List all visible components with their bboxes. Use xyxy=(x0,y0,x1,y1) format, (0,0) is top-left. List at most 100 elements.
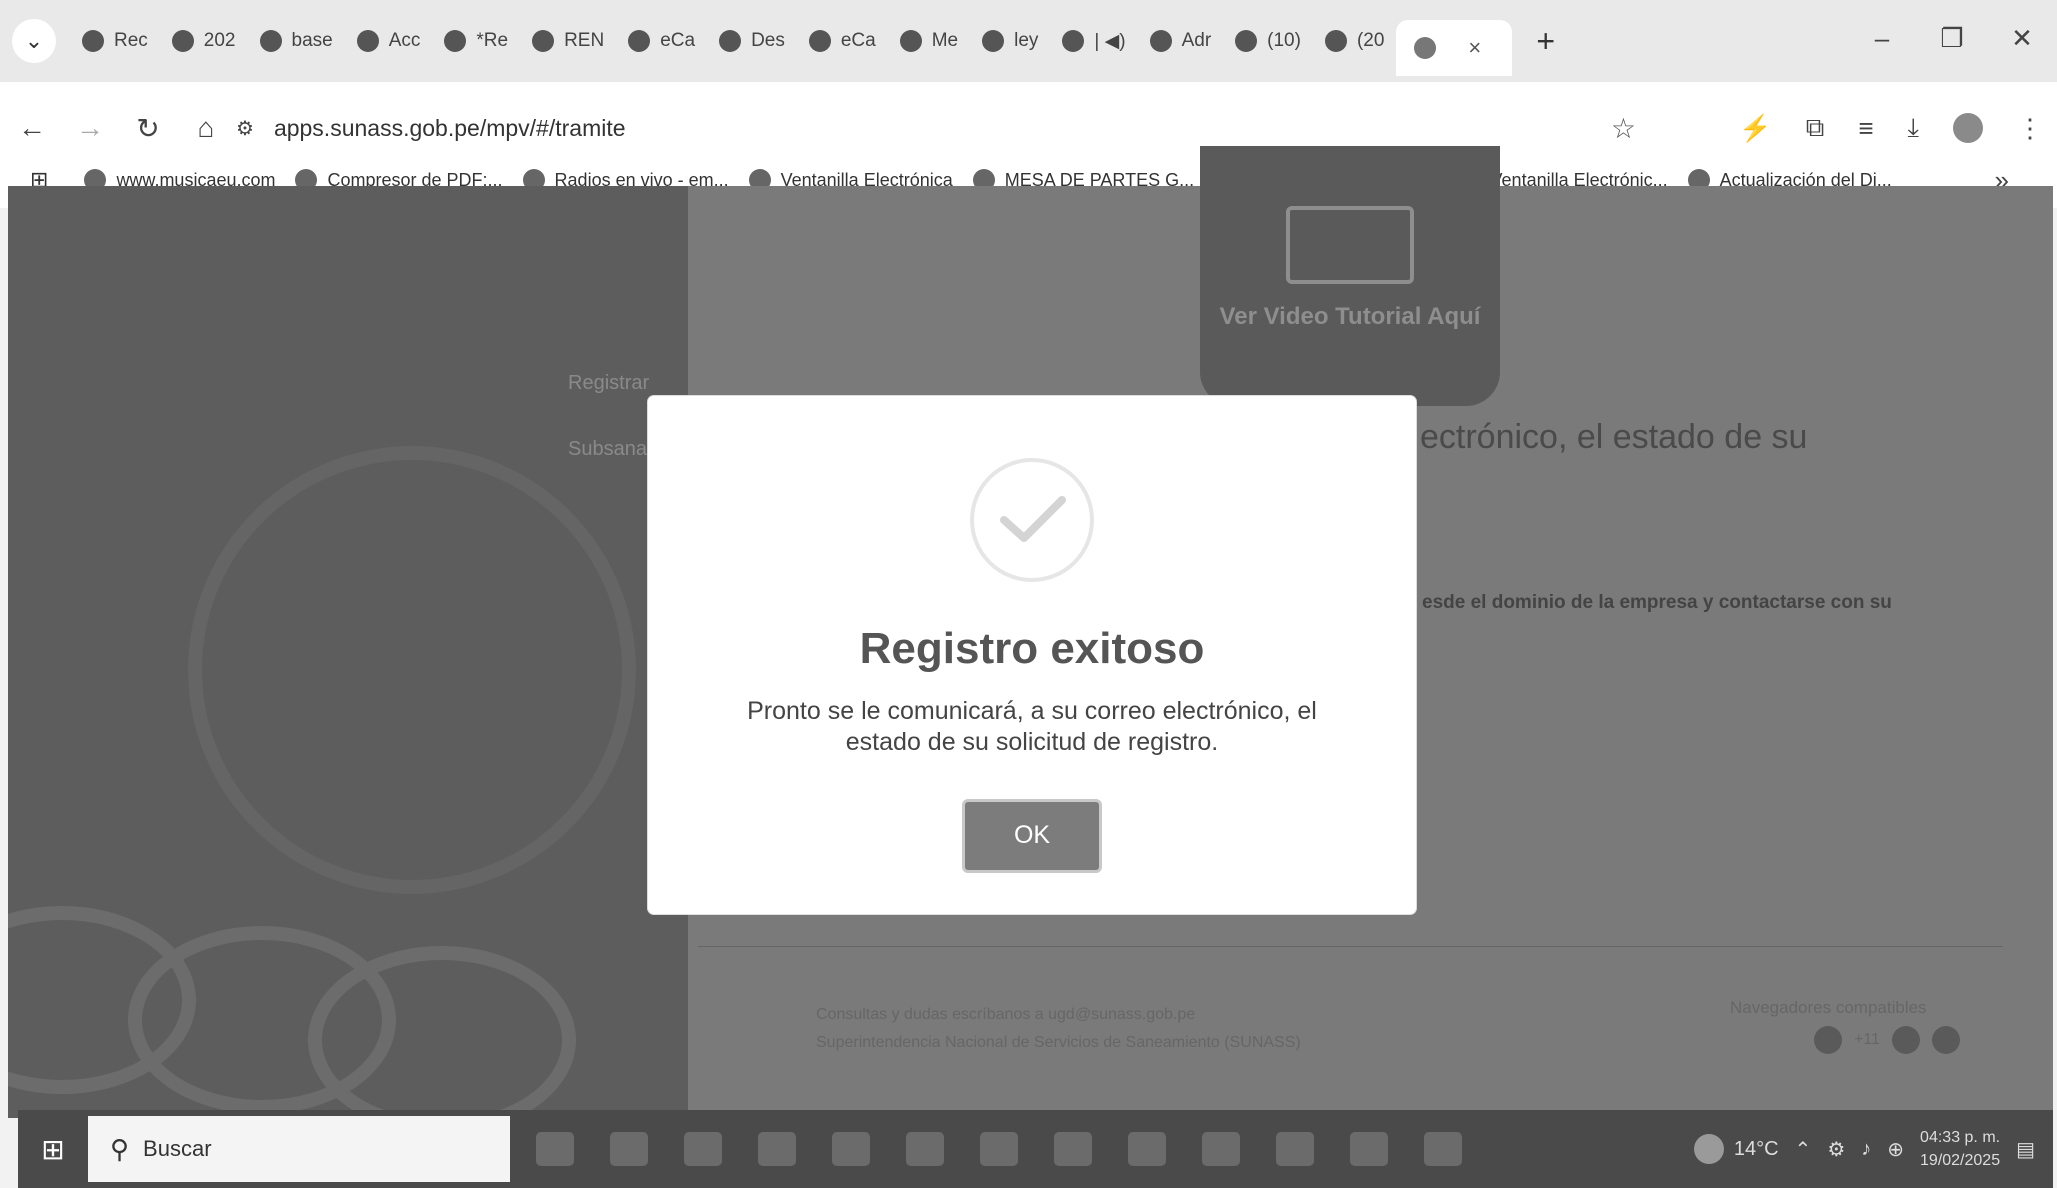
chevron-up-icon[interactable]: ⌃ xyxy=(1795,1137,1812,1162)
tab-label: (10) xyxy=(1267,30,1301,51)
window-controls: – ❐ ✕ xyxy=(1847,0,2057,76)
dialog-title: Registro exitoso xyxy=(859,624,1205,673)
tab-label: Acc xyxy=(388,30,421,51)
media-control-icon[interactable]: ≡ xyxy=(1858,113,1873,144)
excel-icon[interactable] xyxy=(610,1132,648,1166)
clock-time: 04:33 p. m. xyxy=(1920,1128,2001,1146)
menu-subsanar[interactable]: Subsanar xyxy=(568,438,654,461)
taskbar-apps xyxy=(536,1132,1462,1166)
tab-label: eCa xyxy=(660,30,696,51)
tab[interactable]: *Re xyxy=(432,18,520,64)
search-icon: ⚲ xyxy=(110,1133,130,1164)
reload-icon[interactable]: ↻ xyxy=(122,112,174,145)
tab[interactable]: eCa xyxy=(616,18,707,64)
laptop-icon xyxy=(1286,206,1414,284)
globe-icon xyxy=(1149,30,1172,52)
weather-widget[interactable]: 14°C xyxy=(1693,1134,1779,1164)
tab-strip: ⌄ Rec 202 base Acc *Re REN eCa Des eCa Me ley | ◀) A… xyxy=(0,0,2057,82)
app-icon-11[interactable] xyxy=(1276,1132,1314,1166)
app-icon-9[interactable] xyxy=(1128,1132,1166,1166)
app-icon-13[interactable] xyxy=(1424,1132,1462,1166)
doc-icon xyxy=(808,30,831,52)
minimize-icon[interactable]: – xyxy=(1847,23,1917,54)
file-explorer-icon[interactable] xyxy=(1054,1132,1092,1166)
extension-icon[interactable]: ⚡ xyxy=(1739,113,1771,144)
windows-taskbar: ⊞ ⚲ Buscar 14°C ⌃ ⚙ ♪ ⊕ 04:33 p. m. 19/0… xyxy=(18,1110,2053,1188)
chrome-taskbar-icon[interactable] xyxy=(832,1132,870,1166)
puzzle-icon[interactable]: ⧉ xyxy=(1806,112,1825,144)
video-tutorial-label: Ver Video Tutorial Aquí xyxy=(1219,303,1481,330)
tab-label: REN xyxy=(564,30,605,51)
back-arrow-icon[interactable]: ← xyxy=(6,112,58,144)
page-heading: ectrónico, el estado de su xyxy=(1420,418,1808,456)
edge-taskbar-icon[interactable] xyxy=(906,1132,944,1166)
gmail-icon xyxy=(82,30,104,52)
menu-kebab-icon[interactable]: ⋮ xyxy=(2017,113,2043,144)
checkmark-icon xyxy=(1000,496,1066,542)
download-icon[interactable]: ⤓ xyxy=(1908,112,1920,144)
footer-divider xyxy=(698,946,2003,947)
tab[interactable]: Acc xyxy=(345,18,433,64)
tab[interactable]: ley xyxy=(970,18,1050,64)
footer-browsers-label: Navegadores compatibles xyxy=(1730,998,1927,1017)
tab-label: Me xyxy=(931,30,959,51)
store-icon[interactable] xyxy=(684,1132,722,1166)
temperature: 14°C xyxy=(1733,1137,1779,1160)
close-window-icon[interactable]: ✕ xyxy=(1987,23,2057,54)
windows-start-icon[interactable]: ⊞ xyxy=(18,1133,88,1166)
close-tab-icon[interactable]: × xyxy=(1468,35,1481,61)
video-tutorial-button[interactable]: Ver Video Tutorial Aquí xyxy=(1200,146,1500,406)
home-icon[interactable]: ⌂ xyxy=(180,112,232,144)
spinner-icon xyxy=(899,30,922,52)
tab-label: *Re xyxy=(476,30,509,51)
profile-avatar[interactable] xyxy=(1953,113,1983,143)
bracket-icon xyxy=(356,30,379,52)
success-dialog: Registro exitoso Pronto se le comunicará… xyxy=(648,396,1416,914)
youtube-icon xyxy=(1062,30,1085,52)
tab[interactable]: (10) xyxy=(1223,18,1313,64)
volume-icon[interactable]: ♪ xyxy=(1861,1138,1871,1161)
site-settings-icon[interactable]: ⚙ xyxy=(236,116,254,141)
restore-icon[interactable]: ❐ xyxy=(1917,23,1987,54)
app-icon-10[interactable] xyxy=(1202,1132,1240,1166)
tab[interactable]: base xyxy=(248,18,345,64)
app-icon-7[interactable] xyxy=(980,1132,1018,1166)
compatible-browsers: +11 xyxy=(1814,1026,1960,1054)
browsers-more-count: +11 xyxy=(1854,1031,1880,1048)
taskbar-search-label: Buscar xyxy=(143,1136,212,1161)
bookmark-star-icon[interactable]: ☆ xyxy=(1611,112,1636,145)
app-icon-4[interactable] xyxy=(758,1132,796,1166)
tab[interactable]: Me xyxy=(888,18,970,64)
menu-registrar[interactable]: Registrar xyxy=(568,372,649,395)
firefox-icon xyxy=(1931,1026,1960,1054)
edge-icon xyxy=(1891,1026,1920,1054)
tab-label: ley xyxy=(1014,30,1039,51)
notifications-icon[interactable]: ▤ xyxy=(2016,1137,2035,1162)
tab[interactable]: (20 xyxy=(1313,18,1396,64)
tab[interactable]: Des xyxy=(707,18,797,64)
chrome-icon xyxy=(1814,1026,1842,1054)
tab[interactable]: | ◀) xyxy=(1050,18,1137,64)
tab[interactable]: REN xyxy=(520,18,616,64)
ok-button[interactable]: OK xyxy=(962,798,1102,873)
tab-search-button[interactable]: ⌄ xyxy=(12,19,56,63)
network-icon[interactable]: ⚙ xyxy=(1827,1137,1845,1162)
taskbar-search[interactable]: ⚲ Buscar xyxy=(88,1116,510,1182)
google-icon xyxy=(982,30,1005,52)
globe-icon xyxy=(259,30,282,52)
tab[interactable]: Adr xyxy=(1138,18,1224,64)
word-icon[interactable] xyxy=(1350,1132,1388,1166)
tab[interactable]: 202 xyxy=(160,18,248,64)
tab[interactable]: Rec xyxy=(70,18,160,64)
forward-arrow-icon[interactable]: → xyxy=(64,112,116,144)
url-text[interactable]: apps.sunass.gob.pe/mpv/#/tramite xyxy=(274,115,626,142)
clock-date: 19/02/2025 xyxy=(1920,1152,2001,1169)
tab-active[interactable]: × xyxy=(1396,20,1513,76)
doc-icon xyxy=(628,30,651,52)
clock[interactable]: 04:33 p. m. 19/02/2025 xyxy=(1920,1126,2000,1172)
tab[interactable]: eCa xyxy=(797,18,888,64)
language-icon[interactable]: ⊕ xyxy=(1887,1137,1904,1162)
app-icon-1[interactable] xyxy=(536,1132,574,1166)
tab-label: Rec xyxy=(114,30,148,51)
new-tab-button[interactable]: + xyxy=(1536,23,1555,60)
